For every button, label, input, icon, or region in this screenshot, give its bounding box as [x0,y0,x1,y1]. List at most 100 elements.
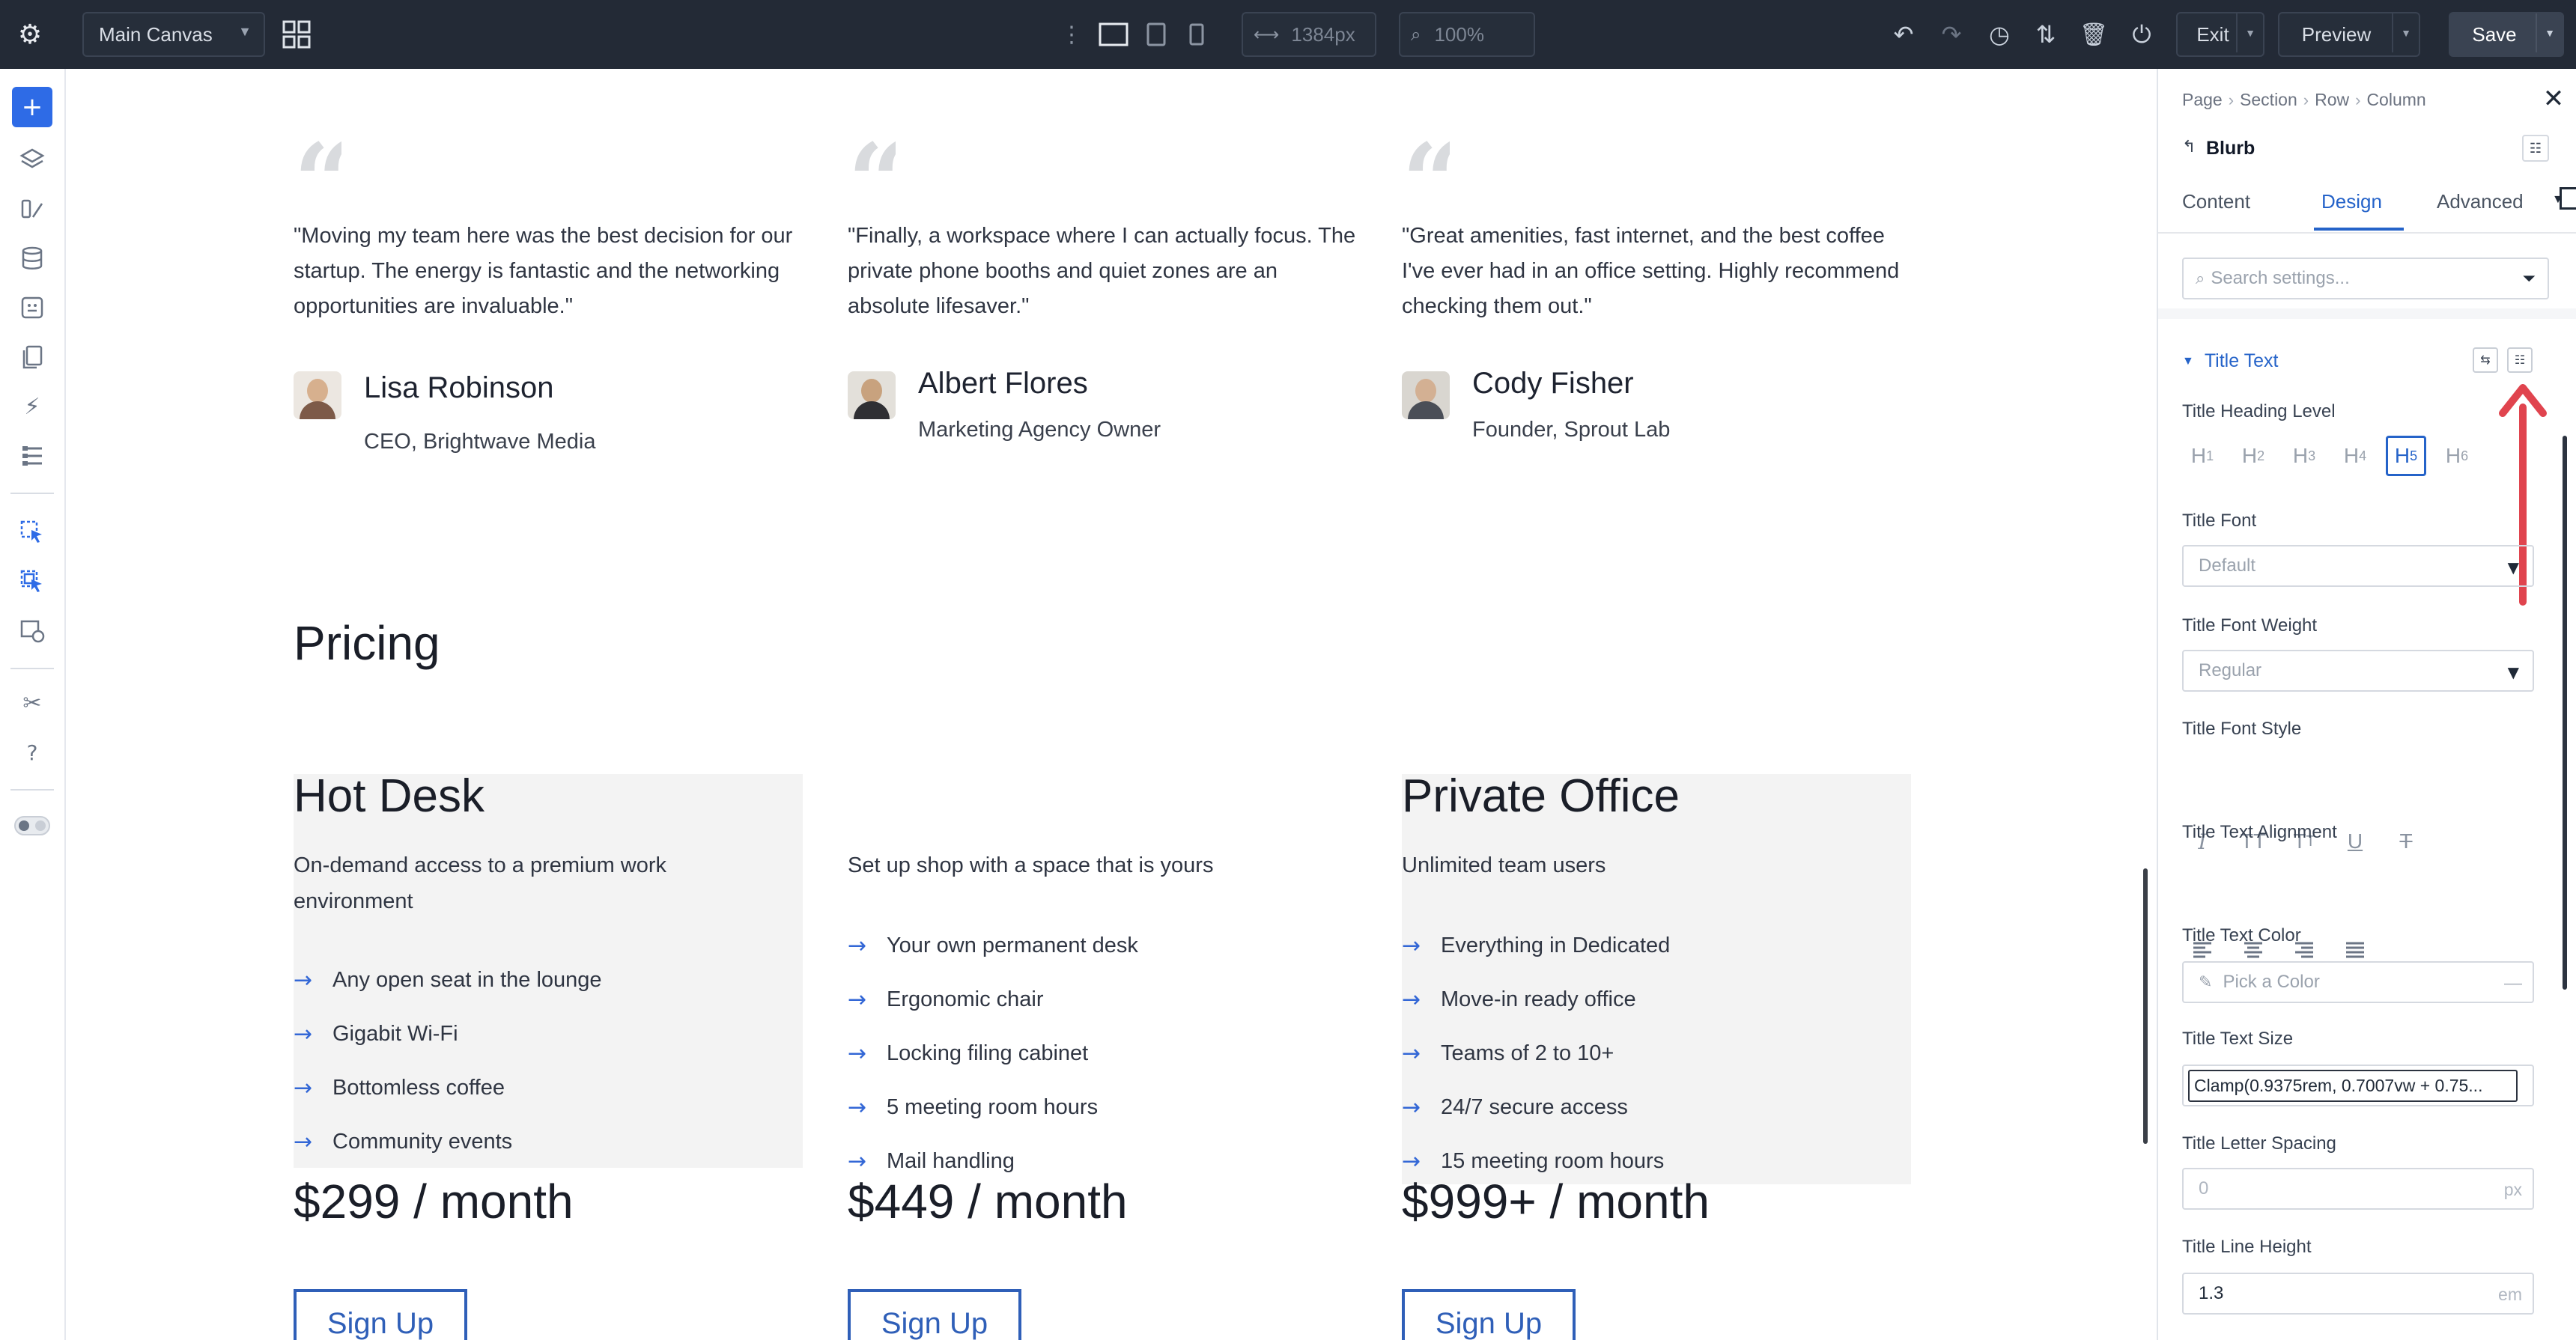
filter-icon[interactable]: ⏷ [2522,269,2536,288]
tab-design[interactable]: Design [2321,190,2382,213]
redo-icon[interactable]: ↷ [1935,16,1968,52]
heading-h6-button[interactable]: H6 [2437,436,2477,476]
zoom-input[interactable]: ⌕ 100% [1399,12,1535,57]
breadcrumb-item[interactable]: Row [2315,90,2349,110]
save-button[interactable]: Save ▼ [2449,12,2564,57]
plan-feature-label: Your own permanent desk [887,934,1138,957]
layout-icon[interactable] [13,437,51,475]
add-module-button[interactable]: + [12,87,52,127]
color-picker[interactable]: ✎ Pick a Color — [2182,961,2534,1003]
strikethrough-button[interactable]: T [2386,821,2426,862]
group-toggle[interactable]: ▼ Title Text [2182,350,2279,372]
arrow-right-icon: → [294,1075,313,1101]
sign-up-button[interactable]: Sign Up [848,1289,1021,1340]
plan-feature: → Your own permanent desk [848,933,1138,959]
line-height-input[interactable]: 1.3 em [2182,1273,2534,1315]
chevron-down-icon[interactable]: ▼ [2536,13,2563,52]
desktop-view-icon[interactable] [1095,16,1132,52]
trash-icon[interactable]: 🗑 [2077,16,2110,52]
preview-button[interactable]: Preview ▼ [2278,12,2420,57]
heading-h5-button[interactable]: H5 [2386,436,2426,476]
power-icon[interactable]: ⏻ [2125,16,2158,52]
size-input[interactable]: Clamp(0.9375rem, 0.7007vw + 0.75... [2182,1065,2534,1106]
chevron-down-icon[interactable]: ▼ [2236,13,2263,52]
testimonial-name: Lisa Robinson [364,371,554,404]
arrow-right-icon: → [1402,1041,1421,1067]
view-mode-icon[interactable] [2560,187,2576,210]
module-settings-icon[interactable]: ☷ [2522,135,2549,162]
arrow-right-icon: → [848,1094,867,1121]
search-input[interactable]: ⌕ Search settings... ⏷ [2182,258,2549,299]
chevron-down-icon[interactable]: ▼ [2392,13,2419,52]
clear-color-icon[interactable]: — [2504,973,2522,994]
breadcrumb-item[interactable]: Page [2182,90,2223,110]
underline-button[interactable]: U [2335,821,2375,862]
size-value: Clamp(0.9375rem, 0.7007vw + 0.75... [2188,1069,2518,1102]
letter-spacing-value: 0 [2199,1178,2209,1199]
breadcrumb-item[interactable]: Section [2240,90,2297,110]
phone-view-icon[interactable] [1182,16,1212,52]
quote-icon: “ [1402,130,1450,171]
panel-scrollbar[interactable] [2563,436,2567,990]
heading-h4-button[interactable]: H4 [2335,436,2375,476]
tools-icon[interactable]: ✂ [13,684,51,722]
font-weight-select[interactable]: Regular ▼ [2182,650,2534,692]
plan-feature-label: Any open seat in the lounge [332,968,602,992]
responsive-icon[interactable]: ⇆ [2473,347,2498,373]
plan-description: Set up shop with a space that is yours [848,853,1214,877]
heading-h3-button[interactable]: H3 [2284,436,2324,476]
avatar [1402,371,1450,419]
grid-icon[interactable] [277,15,316,54]
presets-icon[interactable] [13,289,51,326]
width-input[interactable]: ⟷ 1384px [1242,12,1376,57]
pricing-heading: Pricing [294,616,440,670]
heading-h1-button[interactable]: H1 [2182,436,2223,476]
preset-settings-icon[interactable]: ☷ [2507,347,2533,373]
lightning-icon[interactable]: ⚡ [13,388,51,425]
eyedropper-icon: ✎ [2199,972,2213,992]
portability-icon[interactable]: ⇅ [2029,16,2062,52]
plan-feature-label: Gigabit Wi-Fi [332,1022,458,1046]
sign-up-button[interactable]: Sign Up [1402,1289,1576,1340]
click-select-icon[interactable] [13,514,51,551]
close-icon[interactable]: ✕ [2539,84,2569,114]
plan-price: $299 / month [294,1175,574,1228]
breadcrumb-item[interactable]: Column [2366,90,2425,110]
group-title: Title Text [2204,350,2279,371]
gear-icon[interactable]: ⚙ [12,16,48,52]
layers-icon[interactable] [13,141,51,178]
pages-icon[interactable] [13,338,51,376]
multi-select-icon[interactable] [13,563,51,600]
section-divider [2158,308,2576,319]
font-select[interactable]: Default ▼ [2182,545,2534,587]
arrow-right-icon: → [1402,933,1421,959]
tab-content[interactable]: Content [2182,190,2250,213]
history-icon[interactable]: ◷ [1983,16,2016,52]
plan-feature: → 5 meeting room hours [848,1094,1098,1121]
canvas-select[interactable]: Main Canvas ▼ [82,12,265,57]
back-icon[interactable]: ↰ [2182,138,2196,156]
plan-feature-label: 5 meeting room hours [887,1095,1099,1119]
tab-advanced[interactable]: Advanced [2437,190,2524,213]
sign-up-button[interactable]: Sign Up [294,1289,467,1340]
heading-h2-button[interactable]: H2 [2233,436,2273,476]
arrow-right-icon: → [294,1129,313,1155]
undo-icon[interactable]: ↶ [1887,16,1920,52]
main-canvas[interactable]: “ "Moving my team here was the best deci… [66,69,2157,1340]
letter-spacing-input[interactable]: 0 px [2182,1168,2534,1210]
top-toolbar: ⚙ Main Canvas ▼ ⋮ ⟷ 1384px ⌕ 100% ↶ ↷ ◷ … [0,0,2576,69]
panel-resize-handle[interactable] [2143,868,2148,1144]
alignment-label: Title Text Alignment [2182,822,2337,842]
tablet-view-icon[interactable] [1140,16,1173,52]
exit-label: Exit [2196,22,2229,46]
help-icon[interactable]: ? [13,734,51,771]
plan-feature: → Teams of 2 to 10+ [1402,1041,1614,1067]
exit-button[interactable]: Exit ▼ [2176,12,2264,57]
plan-feature-label: Move-in ready office [1441,987,1636,1011]
plan-feature: → 24/7 secure access [1402,1094,1628,1121]
wireframe-icon[interactable] [13,612,51,650]
theme-toggle[interactable] [13,807,51,844]
theme-builder-icon[interactable] [13,190,51,228]
more-vertical-icon[interactable]: ⋮ [1060,15,1083,54]
database-icon[interactable] [13,240,51,277]
